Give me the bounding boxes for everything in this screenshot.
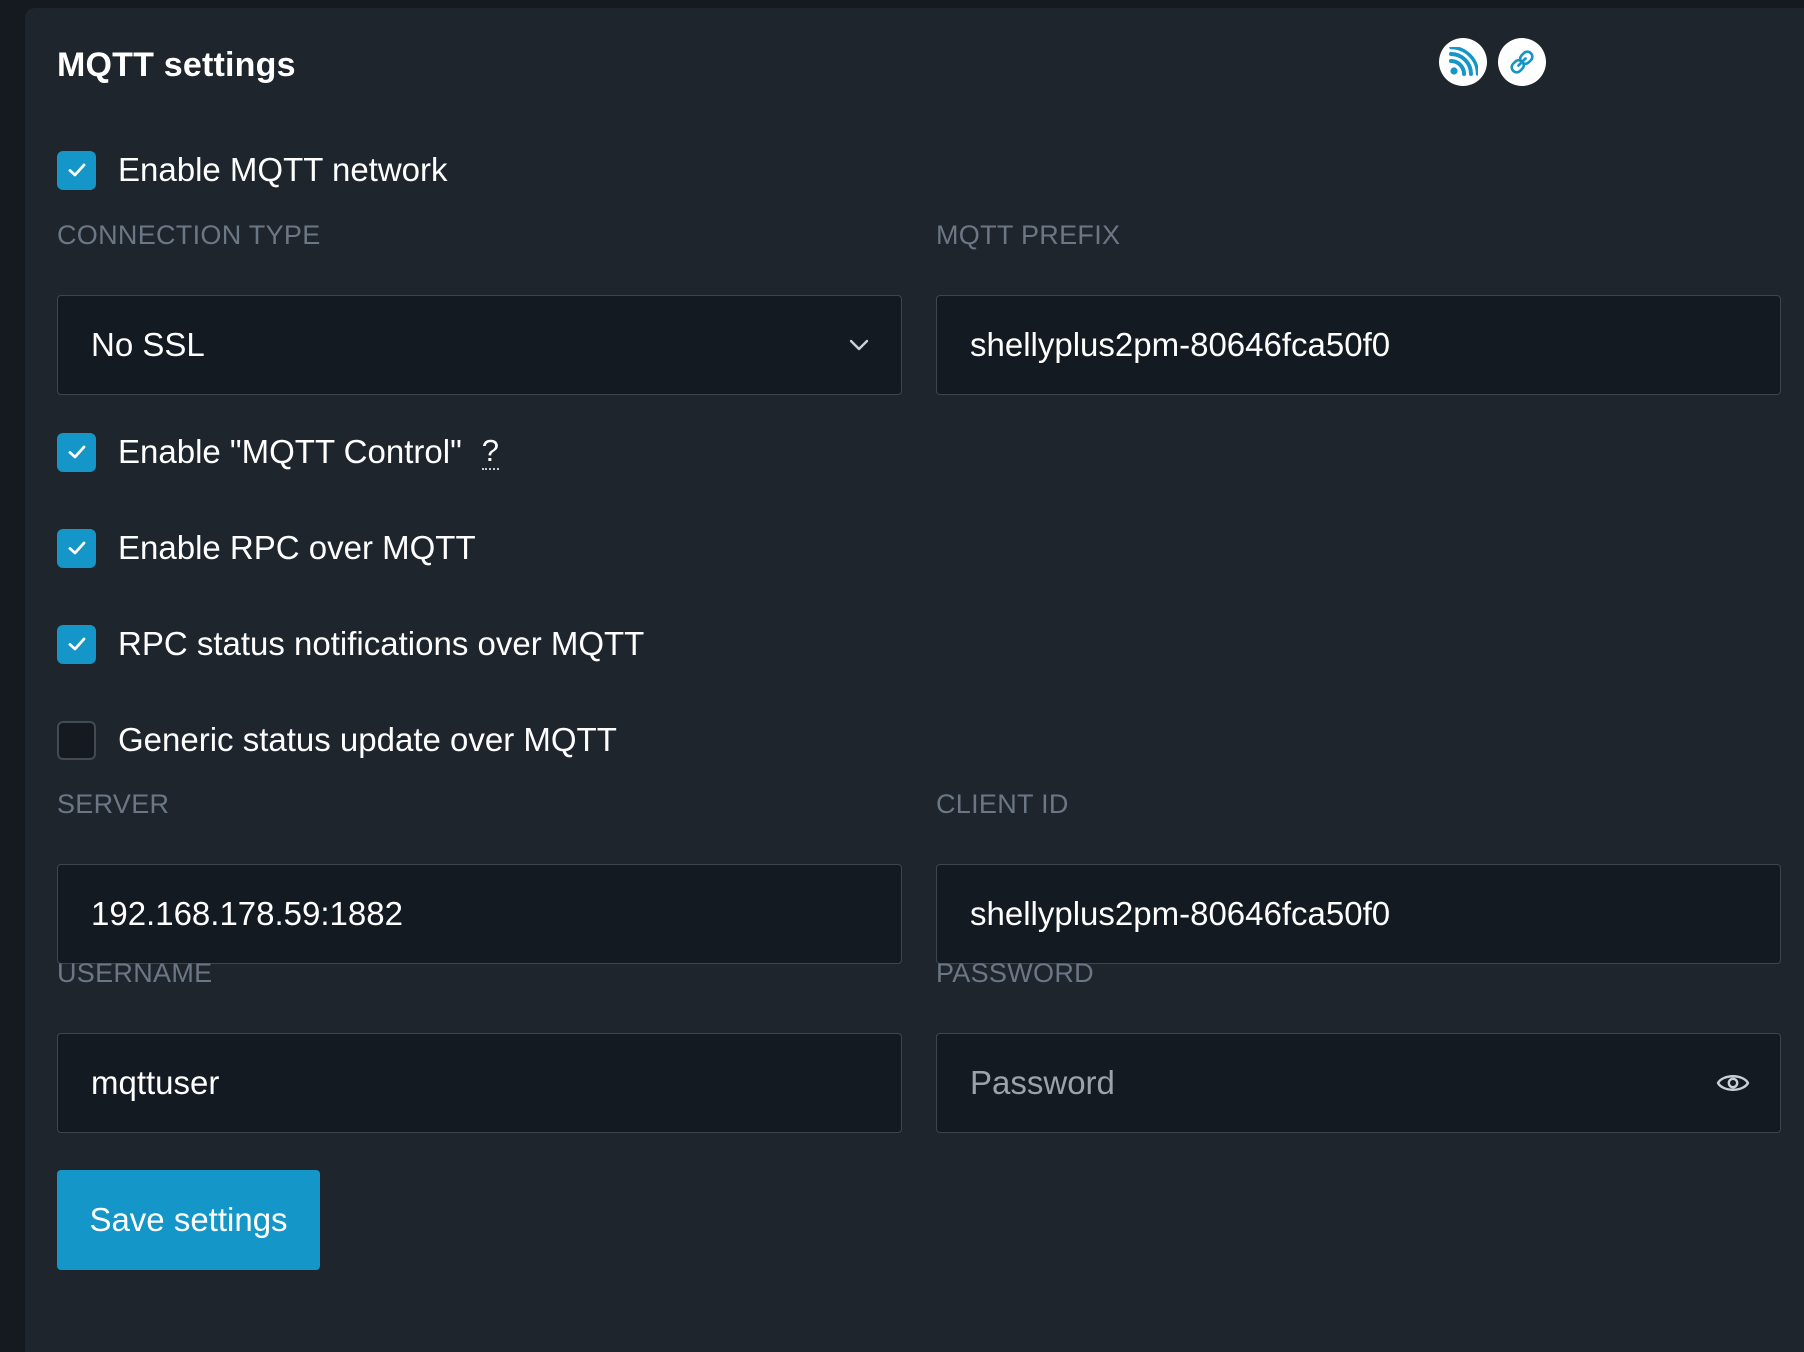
enable-mqtt-option[interactable]: Enable MQTT network	[57, 150, 448, 190]
mqtt-prefix-label: MQTT PREFIX	[936, 220, 1121, 250]
enable-control-option[interactable]: Enable "MQTT Control" ?	[57, 432, 500, 472]
page-title: MQTT settings	[57, 46, 296, 84]
enable-rpc-option[interactable]: Enable RPC over MQTT	[57, 528, 476, 568]
rpc-status-checkbox[interactable]	[57, 624, 96, 664]
enable-control-checkbox[interactable]	[57, 432, 96, 472]
mqtt-prefix-input[interactable]: shellyplus2pm-80646fca50f0	[936, 295, 1781, 395]
rpc-status-option[interactable]: RPC status notifications over MQTT	[57, 624, 644, 664]
save-settings-button[interactable]: Save settings	[57, 1170, 320, 1270]
client-id-label: CLIENT ID	[936, 789, 1069, 819]
enable-rpc-label: Enable RPC over MQTT	[118, 529, 476, 566]
checkmark-icon	[68, 541, 85, 555]
checkmark-icon	[68, 163, 85, 177]
password-input[interactable]: Password	[936, 1033, 1781, 1133]
server-label: SERVER	[57, 789, 170, 819]
help-tooltip-trigger[interactable]: ?	[481, 434, 500, 470]
username-label: USERNAME	[57, 958, 213, 988]
connection-type-select[interactable]: No SSL	[57, 295, 902, 395]
enable-control-label: Enable "MQTT Control"	[118, 433, 462, 470]
username-value: mqttuser	[91, 1064, 220, 1101]
rss-feed-icon[interactable]	[1439, 38, 1487, 86]
checkmark-icon	[68, 445, 85, 459]
username-input[interactable]: mqttuser	[57, 1033, 902, 1133]
generic-status-label: Generic status update over MQTT	[118, 721, 617, 758]
chevron-down-icon	[847, 333, 871, 357]
enable-rpc-checkbox[interactable]	[57, 528, 96, 568]
password-label: PASSWORD	[936, 958, 1094, 988]
link-icon[interactable]	[1498, 38, 1546, 86]
server-input[interactable]: 192.168.178.59:1882	[57, 864, 902, 964]
mqtt-settings-panel: MQTT settings Enable MQTT network CONNEC…	[25, 8, 1804, 1352]
enable-mqtt-checkbox[interactable]	[57, 150, 96, 190]
client-id-value: shellyplus2pm-80646fca50f0	[970, 895, 1391, 932]
mqtt-prefix-value: shellyplus2pm-80646fca50f0	[970, 326, 1391, 363]
eye-icon[interactable]	[1716, 1071, 1750, 1095]
password-placeholder: Password	[970, 1064, 1115, 1101]
rpc-status-label: RPC status notifications over MQTT	[118, 625, 645, 662]
client-id-input[interactable]: shellyplus2pm-80646fca50f0	[936, 864, 1781, 964]
enable-mqtt-label: Enable MQTT network	[118, 151, 448, 188]
generic-status-checkbox[interactable]	[57, 720, 96, 760]
generic-status-option[interactable]: Generic status update over MQTT	[57, 720, 617, 760]
checkmark-icon	[68, 637, 85, 651]
connection-type-label: CONNECTION TYPE	[57, 220, 321, 250]
connection-type-value: No SSL	[91, 326, 205, 363]
server-value: 192.168.178.59:1882	[91, 895, 403, 932]
